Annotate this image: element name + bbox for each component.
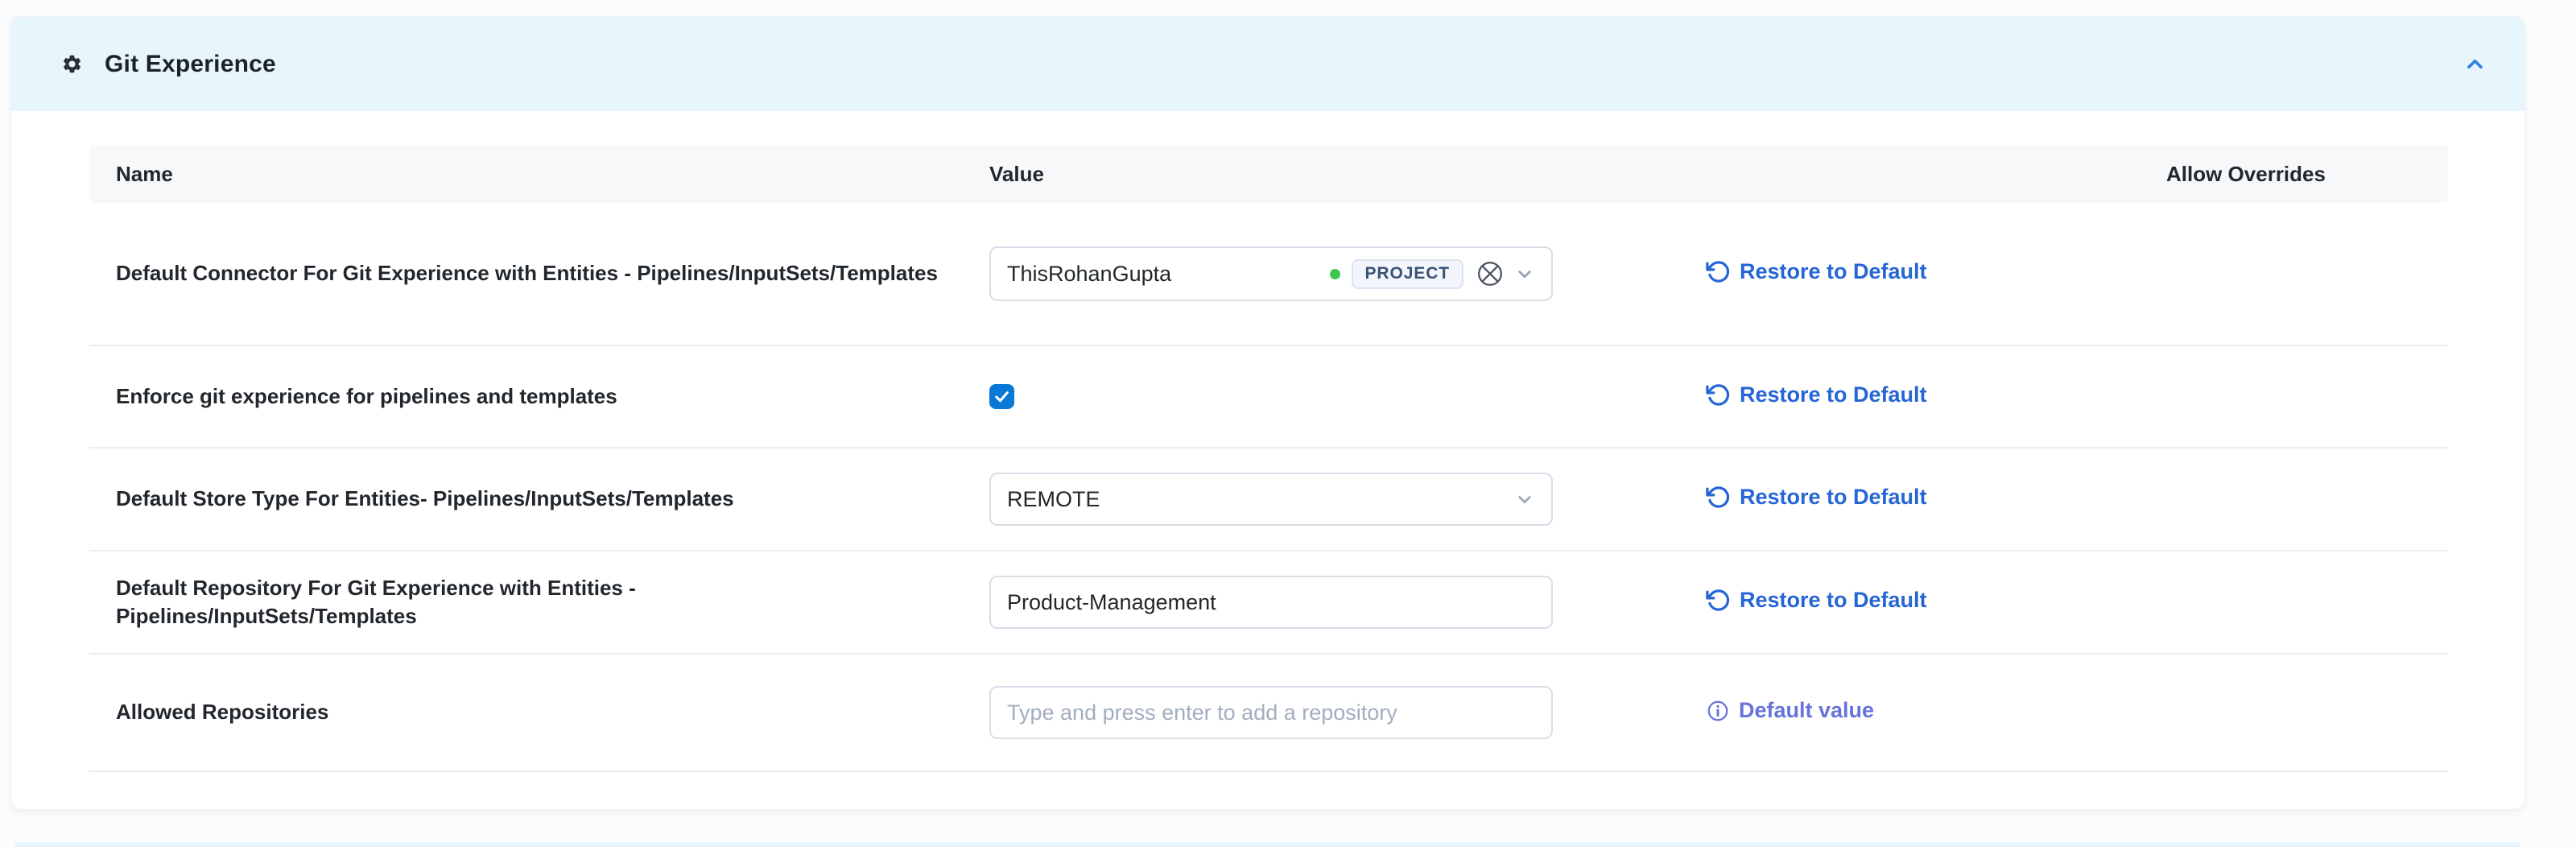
restore-default-button[interactable]: Restore to Default	[1706, 588, 1927, 613]
table-header-row: Name Value Allow Overrides	[89, 146, 2448, 203]
table-row: Enforce git experience for pipelines and…	[89, 346, 2448, 448]
table-row: Default Connector For Git Experience wit…	[89, 203, 2448, 346]
chevron-down-icon	[1513, 487, 1537, 511]
default-value-label: Default value	[1739, 698, 1874, 723]
column-header-name: Name	[89, 162, 989, 187]
store-type-value: REMOTE	[1007, 487, 1100, 512]
next-section-header-edge[interactable]	[14, 842, 2520, 847]
restore-icon	[1706, 588, 1731, 613]
section-header[interactable]: Git Experience	[11, 17, 2524, 111]
enforce-git-checkbox[interactable]	[989, 384, 1014, 409]
section-title: Git Experience	[105, 51, 276, 78]
connector-value: ThisRohanGupta	[1007, 262, 1171, 287]
chevron-up-icon	[2462, 51, 2488, 77]
setting-name: Default Connector For Git Experience wit…	[89, 259, 989, 287]
check-icon	[993, 387, 1011, 406]
restore-icon	[1706, 485, 1731, 510]
setting-name: Default Store Type For Entities- Pipelin…	[89, 485, 989, 513]
restore-label: Restore to Default	[1740, 485, 1927, 510]
table-row: Allowed Repositories Default value	[89, 655, 2448, 772]
restore-label: Restore to Default	[1740, 259, 1927, 284]
column-header-value: Value	[989, 162, 1706, 187]
setting-name: Default Repository For Git Experience wi…	[89, 574, 989, 630]
default-repository-input[interactable]	[989, 576, 1553, 629]
setting-name: Allowed Repositories	[89, 698, 989, 726]
collapse-section-button[interactable]	[2462, 51, 2488, 77]
restore-default-button[interactable]: Restore to Default	[1706, 259, 1927, 284]
column-header-allow-overrides: Allow Overrides	[2166, 162, 2448, 187]
restore-label: Restore to Default	[1740, 588, 1927, 613]
table-row: Default Store Type For Entities- Pipelin…	[89, 448, 2448, 552]
chevron-down-icon[interactable]	[1513, 262, 1537, 286]
gear-icon	[61, 53, 83, 75]
info-icon	[1706, 699, 1730, 723]
clear-connector-icon[interactable]	[1476, 259, 1505, 288]
connector-reference-field[interactable]: ThisRohanGupta PROJECT	[989, 246, 1553, 301]
restore-label: Restore to Default	[1740, 382, 1927, 407]
restore-default-button[interactable]: Restore to Default	[1706, 485, 1927, 510]
connector-status-dot	[1330, 269, 1340, 279]
git-experience-section-card: Git Experience Name Value Allow Override…	[10, 16, 2525, 810]
scope-badge: PROJECT	[1352, 259, 1464, 289]
restore-icon	[1706, 259, 1731, 284]
settings-table: Name Value Allow Overrides Default Conne…	[89, 146, 2448, 772]
setting-name: Enforce git experience for pipelines and…	[89, 382, 989, 411]
store-type-dropdown[interactable]: REMOTE	[989, 473, 1553, 526]
restore-icon	[1706, 382, 1731, 407]
restore-default-button[interactable]: Restore to Default	[1706, 382, 1927, 407]
table-row: Default Repository For Git Experience wi…	[89, 552, 2448, 655]
allowed-repositories-input[interactable]	[989, 686, 1553, 739]
default-value-indicator[interactable]: Default value	[1706, 698, 1874, 723]
